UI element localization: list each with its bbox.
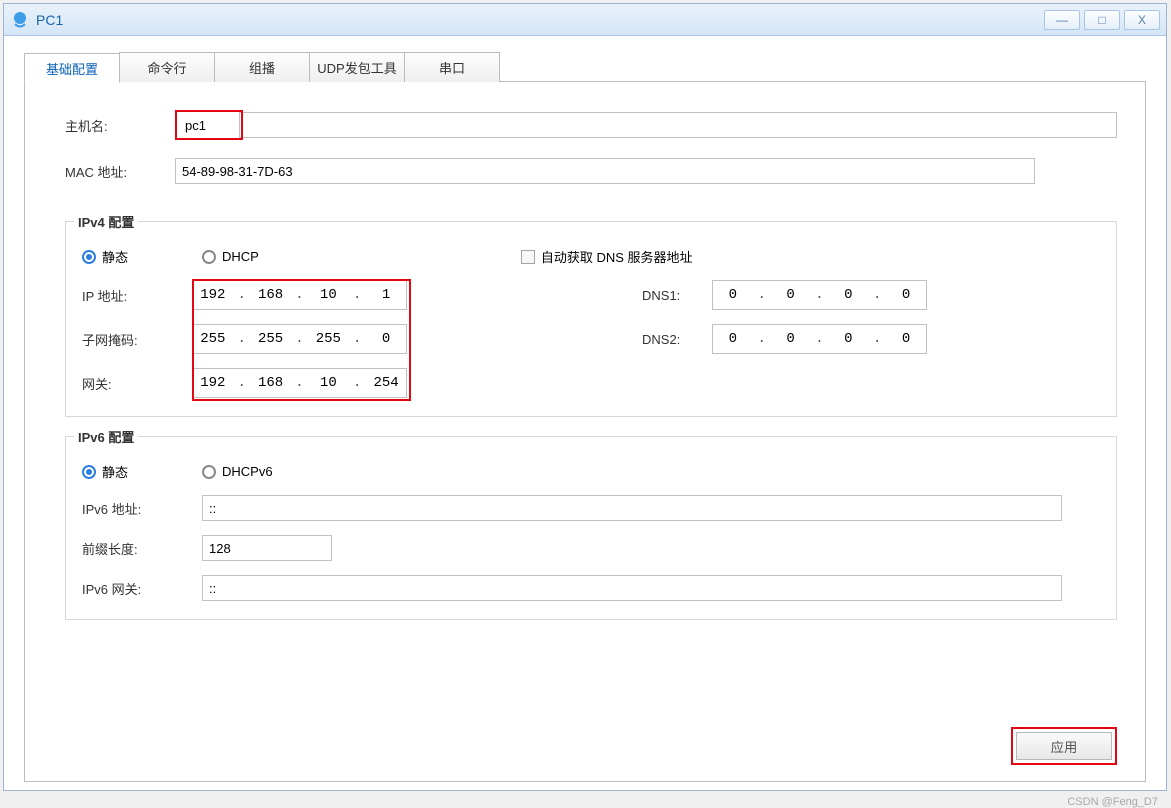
apply-button[interactable]: 应用 [1016, 732, 1112, 760]
ipv6-gw-label: IPv6 网关: [82, 579, 202, 598]
mask-label: 子网掩码: [82, 330, 192, 349]
highlight-apply: 应用 [1011, 727, 1117, 765]
ipv6-gw-input[interactable] [202, 575, 1062, 601]
ipv6-prefix-input[interactable] [202, 535, 332, 561]
gw-input[interactable]: 192. 168. 10. 254 [192, 368, 407, 398]
mask-input[interactable]: 255. 255. 255. 0 [192, 324, 407, 354]
ipv6-group: IPv6 配置 静态 DHCPv6 IPv6 地址: 前 [65, 427, 1117, 620]
ipv6-radio-static[interactable]: 静态 [82, 462, 202, 481]
app-window: PC1 — □ X 基础配置 命令行 组播 UDP发包工具 串口 主机名: [3, 3, 1167, 791]
ipv6-legend: IPv6 配置 [74, 427, 138, 446]
checkbox-icon [521, 250, 535, 264]
mac-label: MAC 地址: [65, 162, 175, 181]
ipv6-static-label: 静态 [102, 462, 128, 481]
hostname-label: 主机名: [65, 116, 175, 135]
ipv6-mode-row: 静态 DHCPv6 [82, 462, 1100, 481]
ip-label: IP 地址: [82, 286, 192, 305]
tab-cli[interactable]: 命令行 [119, 52, 215, 82]
ipv4-radio-dhcp[interactable]: DHCP [202, 249, 259, 264]
tab-udp[interactable]: UDP发包工具 [309, 52, 405, 82]
watermark: CSDN @Feng_D7 [1067, 796, 1158, 808]
radio-selected-icon [82, 250, 96, 264]
row-dns1: DNS1: 0. 0. 0. 0 [642, 280, 1100, 310]
mac-input[interactable] [175, 158, 1035, 184]
dns1-input[interactable]: 0. 0. 0. 0 [712, 280, 927, 310]
tab-content: 主机名: MAC 地址: IPv4 配置 静态 [24, 81, 1146, 782]
window-title: PC1 [36, 12, 1040, 28]
ipv6-radio-dhcp[interactable]: DHCPv6 [202, 464, 273, 479]
radio-selected-icon [82, 465, 96, 479]
radio-unselected-icon [202, 250, 216, 264]
ipv6-addr-label: IPv6 地址: [82, 499, 202, 518]
ipv4-mode-row: 静态 DHCP 自动获取 DNS 服务器地址 [82, 247, 1100, 266]
ipv6-addr-input[interactable] [202, 495, 1062, 521]
row-mask: 子网掩码: 255. 255. 255. 0 [82, 324, 522, 354]
ipv6-dhcp-label: DHCPv6 [222, 464, 273, 479]
minimize-button[interactable]: — [1044, 10, 1080, 30]
radio-unselected-icon [202, 465, 216, 479]
titlebar: PC1 — □ X [4, 4, 1166, 36]
body-area: 基础配置 命令行 组播 UDP发包工具 串口 主机名: MAC 地址: [4, 36, 1166, 790]
hostname-input[interactable] [179, 114, 239, 136]
row-ipv6-gw: IPv6 网关: [82, 575, 1100, 601]
tab-strip: 基础配置 命令行 组播 UDP发包工具 串口 [24, 52, 1146, 82]
tab-multicast[interactable]: 组播 [214, 52, 310, 82]
row-ipv6-prefix: 前缀长度: [82, 535, 1100, 561]
dns2-input[interactable]: 0. 0. 0. 0 [712, 324, 927, 354]
tab-serial[interactable]: 串口 [404, 52, 500, 82]
row-gateway: 网关: 192. 168. 10. 254 [82, 368, 522, 398]
dns2-label: DNS2: [642, 332, 712, 347]
maximize-button[interactable]: □ [1084, 10, 1120, 30]
ip-input[interactable]: 192. 168. 10. 1 [192, 280, 407, 310]
ipv4-static-label: 静态 [102, 247, 128, 266]
ipv4-auto-dns-label: 自动获取 DNS 服务器地址 [541, 247, 693, 266]
ipv4-radio-static[interactable]: 静态 [82, 247, 202, 266]
ipv4-group: IPv4 配置 静态 DHCP 自动获取 DNS 服务器地址 [65, 212, 1117, 417]
row-hostname: 主机名: [65, 110, 1117, 140]
gw-label: 网关: [82, 374, 192, 393]
button-row: 应用 [65, 717, 1117, 765]
ipv4-legend: IPv4 配置 [74, 212, 138, 231]
tab-basic[interactable]: 基础配置 [24, 53, 120, 83]
row-ipv6-addr: IPv6 地址: [82, 495, 1100, 521]
hostname-input-ext[interactable] [239, 112, 1117, 138]
dns1-label: DNS1: [642, 288, 712, 303]
app-icon [10, 10, 30, 30]
ipv6-prefix-label: 前缀长度: [82, 539, 202, 558]
row-dns2: DNS2: 0. 0. 0. 0 [642, 324, 1100, 354]
ipv4-auto-dns[interactable]: 自动获取 DNS 服务器地址 [521, 247, 693, 266]
ipv4-dhcp-label: DHCP [222, 249, 259, 264]
row-mac: MAC 地址: [65, 158, 1117, 184]
close-button[interactable]: X [1124, 10, 1160, 30]
row-ip: IP 地址: 192. 168. 10. 1 [82, 280, 522, 310]
